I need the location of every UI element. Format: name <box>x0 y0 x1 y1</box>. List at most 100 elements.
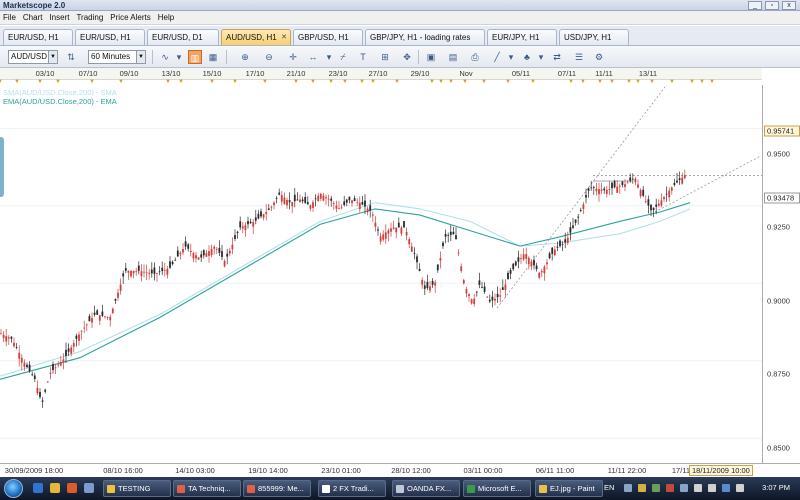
date-label: 11/11 <box>595 69 613 78</box>
price-chart[interactable]: SMA(AUD/USD.Close,200) - SMA EMA(AUD/USD… <box>0 85 800 463</box>
maximize-button[interactable]: ▫ <box>765 1 779 10</box>
candle-body <box>215 248 218 250</box>
show-desktop-icon[interactable] <box>84 483 94 493</box>
timeframe-value: 60 Minutes <box>91 52 131 61</box>
chart-canvas[interactable] <box>0 85 762 463</box>
instrument-select[interactable]: AUD/USD ▼ <box>8 50 58 64</box>
network-icon[interactable] <box>694 484 702 492</box>
settings-icon[interactable]: ⚙ <box>592 50 606 64</box>
candle-body <box>280 195 283 202</box>
ema-legend[interactable]: EMA(AUD/USD.Close,200) - EMA <box>3 97 117 106</box>
chevron-down-icon[interactable]: ▾ <box>534 50 548 64</box>
candle-body <box>200 254 203 258</box>
pan-icon[interactable]: ✥ <box>400 50 414 64</box>
volume-icon[interactable] <box>708 484 716 492</box>
start-button[interactable] <box>4 479 23 498</box>
candle-body <box>187 244 190 249</box>
menu-chart[interactable]: Chart <box>23 13 43 22</box>
line-tool-icon[interactable]: ╱ <box>490 50 504 64</box>
text-icon[interactable]: T <box>356 50 370 64</box>
candle-body <box>132 270 135 274</box>
taskbar-item-excel[interactable]: Microsoft E... <box>463 480 531 497</box>
print-icon[interactable]: ⎙ <box>468 50 482 64</box>
language-indicator[interactable]: EN <box>604 483 614 492</box>
date-label: 07/11 <box>557 69 577 78</box>
date-label: Nov <box>459 69 473 78</box>
tray-icon[interactable] <box>624 484 632 492</box>
minimize-button[interactable]: _ <box>748 1 762 10</box>
taskbar-item-ta[interactable]: TA Techniq... <box>173 480 241 497</box>
candle-body <box>543 266 546 274</box>
save-icon[interactable]: ▤ <box>446 50 460 64</box>
taskbar-item-testing[interactable]: TESTING <box>103 480 171 497</box>
tab-gbpjpy-h1[interactable]: GBP/JPY, H1 - loading rates <box>365 29 485 45</box>
menu-price-alerts[interactable]: Price Alerts <box>110 13 150 22</box>
firefox-icon[interactable] <box>67 483 77 493</box>
windows-taskbar: TESTING TA Techniq... 855999: Me... 2 FX… <box>0 477 800 500</box>
candle-body <box>228 250 231 254</box>
oanda-icon <box>396 485 404 493</box>
scroll-icon[interactable]: ↔ <box>306 50 320 64</box>
indicator-icon[interactable]: ∿ <box>158 50 172 64</box>
ie-icon[interactable] <box>33 483 43 493</box>
tray-icon[interactable] <box>666 484 674 492</box>
candle-body <box>681 177 684 184</box>
date-label: 15/10 <box>202 69 222 78</box>
tab-eurusd-d1[interactable]: EUR/USD, D1 <box>147 29 219 45</box>
price-tick-label: 0.8750 <box>767 369 790 379</box>
sma-legend[interactable]: SMA(AUD/USD.Close,200) - SMA <box>3 88 117 97</box>
chevron-down-icon[interactable]: ▾ <box>172 50 186 64</box>
alert-icon[interactable]: ♣ <box>520 50 534 64</box>
tab-gbpusd-h1[interactable]: GBP/USD, H1 <box>293 29 363 45</box>
tab-audusd-h1[interactable]: AUD/USD, H1 ✕ <box>221 29 291 45</box>
chart-toolbar: AUD/USD ▼ ⇅ 60 Minutes ▼ ∿ ▾ ▥ ▦ ⊕ ⊖ ✛ ↔ ▾… <box>0 46 800 68</box>
zoom-in-icon[interactable]: ⊕ <box>238 50 252 64</box>
chart-type-icon[interactable]: ⇅ <box>64 50 78 64</box>
close-button[interactable]: x <box>782 1 796 10</box>
close-tab-icon[interactable]: ✕ <box>281 30 287 45</box>
candle-body <box>312 202 314 208</box>
candles-icon[interactable]: ▥ <box>188 50 202 64</box>
candle-body <box>83 327 86 329</box>
chevron-down-icon[interactable]: ▾ <box>504 50 518 64</box>
grid-icon[interactable]: ▦ <box>206 50 220 64</box>
candle-body <box>33 375 36 380</box>
image-icon[interactable]: ▣ <box>424 50 438 64</box>
tray-icon[interactable] <box>722 484 730 492</box>
menu-help[interactable]: Help <box>158 13 174 22</box>
side-panel-handle[interactable] <box>0 137 4 197</box>
taskbar-item-fx[interactable]: 2 FX Tradi... <box>318 480 386 497</box>
tray-icon[interactable] <box>652 484 660 492</box>
menu-trading[interactable]: Trading <box>76 13 103 22</box>
fibonacci-icon[interactable]: ⌿ <box>336 50 350 64</box>
folder-icon[interactable] <box>50 483 60 493</box>
tab-eurusd-h1-b[interactable]: EUR/USD, H1 <box>75 29 145 45</box>
ruler-icon[interactable]: ⊞ <box>378 50 392 64</box>
candle-body <box>527 257 530 265</box>
timeframe-select[interactable]: 60 Minutes ▼ <box>88 50 146 64</box>
ema-line <box>0 202 691 380</box>
taskbar-item-oanda[interactable]: OANDA FX... <box>392 480 460 497</box>
order-icon[interactable]: ⇄ <box>550 50 564 64</box>
chevron-down-icon[interactable]: ▾ <box>322 50 336 64</box>
tab-eurjpy-h1[interactable]: EUR/JPY, H1 <box>487 29 557 45</box>
price-axis: 0.9500 0.9250 0.9000 0.8750 0.8500 0.957… <box>762 85 800 463</box>
tray-icon[interactable] <box>736 484 744 492</box>
crosshair-icon[interactable]: ✛ <box>286 50 300 64</box>
taskbar-item-mail[interactable]: 855999: Me... <box>243 480 311 497</box>
taskbar-item-paint[interactable]: EJ.jpg - Paint <box>535 480 603 497</box>
tab-usdjpy-h1[interactable]: USD/JPY, H1 <box>559 29 629 45</box>
list-icon[interactable]: ☰ <box>572 50 586 64</box>
time-tick-label: 17/11 <box>671 466 691 475</box>
taskbar-clock[interactable]: 3:07 PM <box>762 483 790 492</box>
candle-body <box>676 180 678 183</box>
candle-body <box>616 186 619 193</box>
tray-icon[interactable] <box>680 484 688 492</box>
candle-body <box>223 260 226 267</box>
tab-eurusd-h1-a[interactable]: EUR/USD, H1 <box>3 29 73 45</box>
candle-body <box>252 222 255 227</box>
zoom-out-icon[interactable]: ⊖ <box>262 50 276 64</box>
tray-icon[interactable] <box>638 484 646 492</box>
menu-insert[interactable]: Insert <box>49 13 69 22</box>
menu-file[interactable]: File <box>3 13 16 22</box>
